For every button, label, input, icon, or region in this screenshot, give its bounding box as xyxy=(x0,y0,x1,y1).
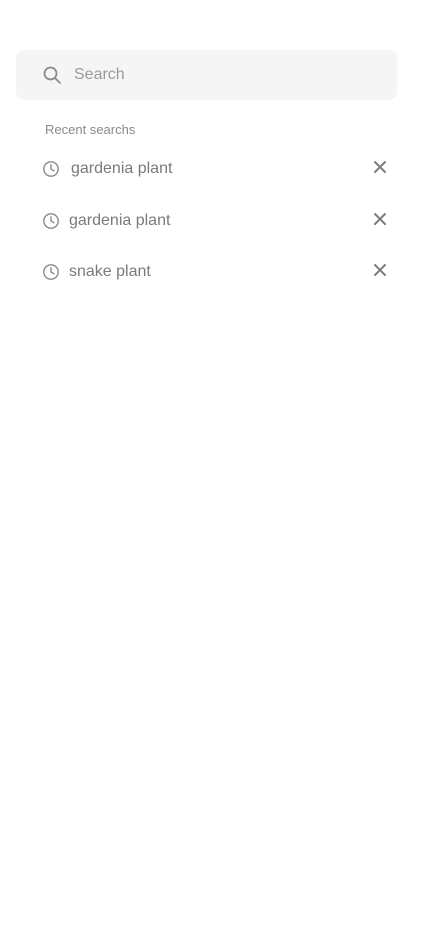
recent-search-label: gardenia plant xyxy=(71,160,173,177)
recent-search-item[interactable]: snake plant xyxy=(36,254,396,290)
close-icon xyxy=(374,161,386,173)
clock-icon xyxy=(42,263,60,281)
recent-search-item[interactable]: gardenia plant xyxy=(36,151,396,187)
search-bar[interactable] xyxy=(16,50,397,100)
recent-search-label: gardenia plant xyxy=(69,212,171,229)
remove-search-button[interactable] xyxy=(370,260,390,280)
clock-icon xyxy=(42,160,60,178)
recent-search-label: snake plant xyxy=(69,263,151,280)
remove-search-button[interactable] xyxy=(370,209,390,229)
remove-search-button[interactable] xyxy=(370,157,390,177)
clock-icon xyxy=(42,212,60,230)
search-icon xyxy=(42,65,62,85)
recent-searches-title: Recent searchs xyxy=(45,122,136,137)
close-icon xyxy=(374,213,386,225)
close-icon xyxy=(374,264,386,276)
search-input[interactable] xyxy=(74,50,384,100)
recent-search-item[interactable]: gardenia plant xyxy=(36,203,396,239)
